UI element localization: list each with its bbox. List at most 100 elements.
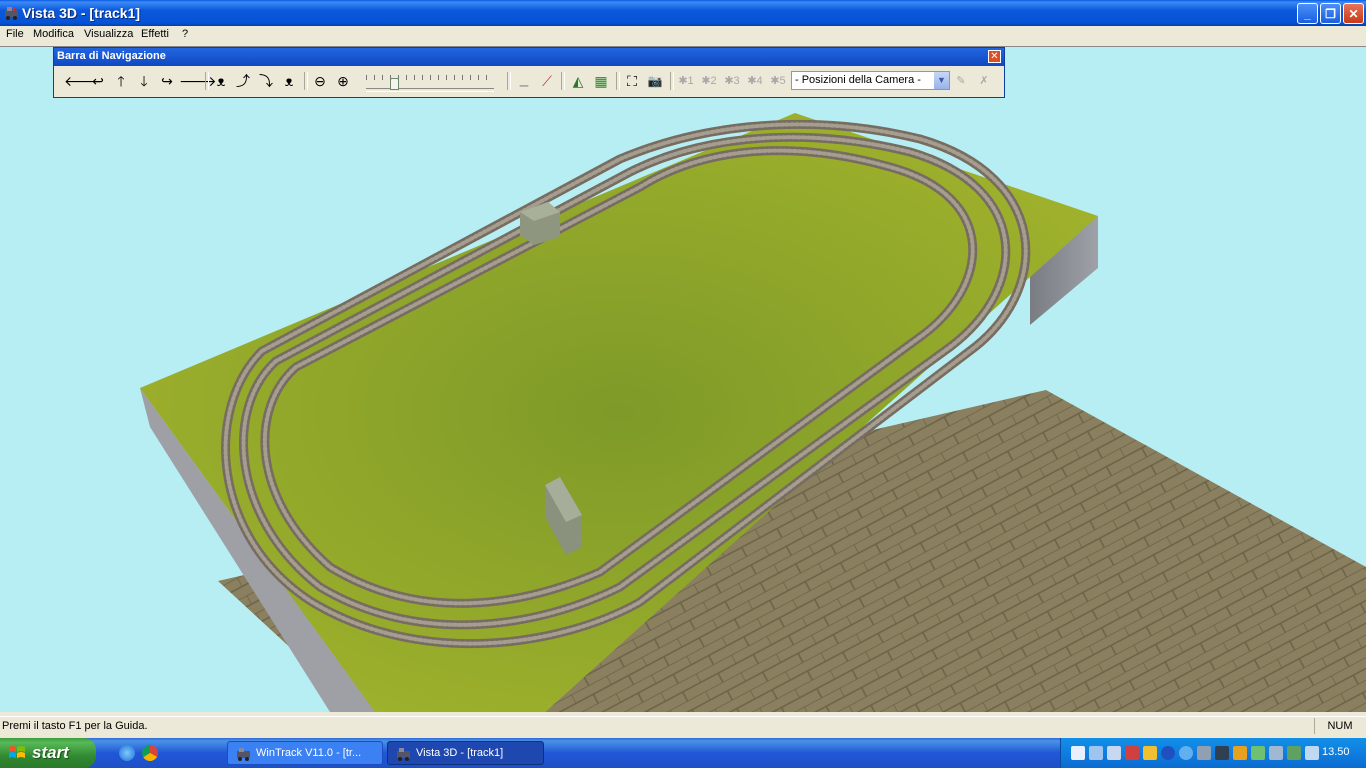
menu-bar: File Modifica Visualizza Effetti ? [0,26,1366,45]
toolbar-separator [507,72,511,90]
arrow-up-icon: 🡑 [117,73,125,89]
camera-icon: 📷 [647,74,663,88]
signal-button[interactable]: ⟋ [536,70,558,92]
menu-file[interactable]: File [6,28,24,40]
zoom-out-icon: ⊖ [314,73,326,89]
camera-slot-icon: ✱ [770,75,780,87]
nav-turn-left-button[interactable]: ↩ [87,70,109,92]
menu-help[interactable]: ? [182,28,188,40]
nav-back-button[interactable]: 🡓 [133,70,155,92]
system-tray [1060,738,1366,768]
num-lock-indicator: NUM [1314,718,1365,734]
speed-slider-ticks [366,75,494,80]
camera-edit-button[interactable]: ✎ [950,70,972,92]
camera-slot-icon: ✱ [724,75,734,87]
camera-slot-icon: ✱ [701,75,711,87]
tray-app-icon[interactable] [1287,746,1301,760]
tray-display-icon[interactable] [1197,746,1211,760]
maximize-button[interactable]: ❐ [1320,3,1341,24]
camera-slot-5-button[interactable]: ✱5 [767,70,789,92]
view-orbit-button[interactable]: ᴥ [210,70,232,92]
camera-slot-4-button[interactable]: ✱4 [744,70,766,92]
navigation-toolbar-title: Barra di Navigazione [57,50,166,62]
tray-bluetooth-icon[interactable] [1161,746,1175,760]
turn-left-icon: ↩ [92,73,104,89]
tray-sync-icon[interactable] [1269,746,1283,760]
camera-slot-icon: ✱ [678,75,688,87]
navigation-toolbar-close-button[interactable]: ✕ [988,50,1001,63]
menu-effetti[interactable]: Effetti [141,28,169,40]
view-reset-icon: ᴥ [284,73,294,89]
navigation-toolbar[interactable]: Barra di Navigazione ✕ 🡐 ↩ 🡑 🡓 ↪ 🡒 ᴥ ⤴ ⤵… [53,47,1005,98]
tray-device-icon[interactable] [1215,746,1229,760]
nav-right-button[interactable]: 🡒 [179,70,217,92]
minimize-button[interactable]: _ [1297,3,1318,24]
chevron-down-icon[interactable]: ▼ [934,72,949,89]
train-app-icon [237,748,250,761]
zoom-in-button[interactable]: ⊕ [332,70,354,92]
train-app-icon [397,748,410,761]
speed-slider[interactable] [366,88,494,92]
task-wintrack[interactable]: WinTrack V11.0 - [tr... [227,741,383,765]
nav-forward-button[interactable]: 🡑 [110,70,132,92]
speed-slider-thumb[interactable] [390,78,400,90]
start-button[interactable]: start [0,738,96,768]
window-title: Vista 3D - [track1] [22,5,141,21]
terrain-button[interactable]: ◭ [567,70,589,92]
internet-explorer-icon[interactable] [119,745,135,761]
tray-network-icon[interactable] [1071,746,1085,760]
taskbar: start WinTrack V11.0 - [tr... Vista 3D -… [0,738,1366,768]
chrome-icon[interactable] [142,745,158,761]
toolbar-separator [670,72,674,90]
tray-monitor-icon[interactable] [1089,746,1103,760]
menu-modifica[interactable]: Modifica [33,28,74,40]
train-app-icon [5,7,18,20]
status-bar: Premi il tasto F1 per la Guida. NUM [0,716,1366,737]
snapshot-button[interactable]: 📷 [644,70,666,92]
grid-icon: ▦ [594,73,608,89]
view-down-button[interactable]: ⤵ [255,70,277,92]
camera-slot-1-button[interactable]: ✱1 [675,70,697,92]
menu-visualizza[interactable]: Visualizza [84,28,133,40]
nav-left-button[interactable]: 🡐 [64,70,102,92]
track-view-button[interactable]: ▁ [513,70,535,92]
status-text: Premi il tasto F1 per la Guida. [2,720,148,732]
tray-wifi-icon[interactable] [1107,746,1121,760]
tray-shield-icon[interactable] [1143,746,1157,760]
task-label: Vista 3D - [track1] [416,747,504,759]
view-reset-button[interactable]: ᴥ [278,70,300,92]
grid-button[interactable]: ▦ [590,70,612,92]
navigation-toolbar-titlebar[interactable]: Barra di Navigazione ✕ [54,48,1004,66]
tray-phone-icon[interactable] [1305,746,1319,760]
camera-delete-button[interactable]: ✗ [973,70,995,92]
camera-edit-icon: ✎ [956,75,966,87]
tray-power-icon[interactable] [1251,746,1265,760]
fit-view-icon: ⛶ [627,73,637,89]
view-up-button[interactable]: ⤴ [232,70,254,92]
title-bar[interactable]: Vista 3D - [track1] _ ❐ ✕ [0,0,1366,26]
tray-update-icon[interactable] [1179,746,1193,760]
tray-security-icon[interactable] [1125,746,1139,760]
task-vista-3d[interactable]: Vista 3D - [track1] [387,741,544,765]
camera-positions-value: - Posizioni della Camera - [795,74,921,86]
toolbar-separator [205,72,209,90]
windows-logo-icon [9,746,25,758]
camera-slot-2-button[interactable]: ✱2 [698,70,720,92]
camera-positions-select[interactable]: - Posizioni della Camera - ▼ [791,71,950,90]
nav-turn-right-button[interactable]: ↪ [156,70,178,92]
arrow-down-icon: 🡓 [140,73,148,89]
toolbar-separator [561,72,565,90]
3d-viewport[interactable] [0,46,1366,712]
camera-slot-3-button[interactable]: ✱3 [721,70,743,92]
fit-view-button[interactable]: ⛶ [621,70,643,92]
camera-slot-icon: ✱ [747,75,757,87]
view-up-icon: ⤴ [236,73,250,89]
terrain-icon: ◭ [572,73,584,89]
tray-antivirus-icon[interactable] [1233,746,1247,760]
zoom-in-icon: ⊕ [337,73,349,89]
toolbar-separator [616,72,620,90]
turn-right-icon: ↪ [161,73,173,89]
close-button[interactable]: ✕ [1343,3,1364,24]
camera-delete-icon: ✗ [979,75,989,87]
zoom-out-button[interactable]: ⊖ [309,70,331,92]
